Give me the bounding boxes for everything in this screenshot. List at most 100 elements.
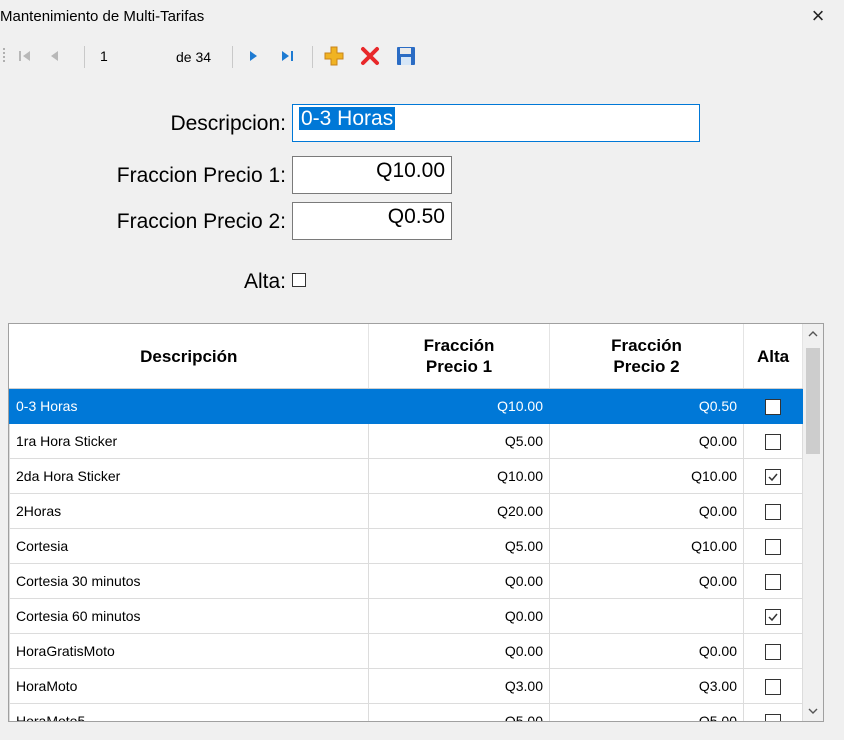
cell-descripcion[interactable]: 2Horas <box>9 493 369 529</box>
vertical-scrollbar[interactable] <box>803 324 823 721</box>
delete-button[interactable] <box>354 40 386 72</box>
count-label: de 34 <box>176 49 212 65</box>
move-last-button[interactable] <box>272 40 304 72</box>
chevron-down-icon <box>808 708 818 714</box>
cell-alta[interactable] <box>743 528 803 564</box>
cell-descripcion[interactable]: 2da Hora Sticker <box>9 458 369 494</box>
scroll-thumb[interactable] <box>806 348 820 454</box>
cell-fraccion-precio-2[interactable]: Q0.00 <box>549 493 744 529</box>
cell-descripcion[interactable]: HoraMoto <box>9 668 369 704</box>
cell-descripcion[interactable]: Cortesia 30 minutos <box>9 563 369 599</box>
cell-alta[interactable] <box>743 493 803 529</box>
table-row[interactable]: Cortesia 60 minutos Q0.00 <box>9 598 803 634</box>
save-button[interactable] <box>390 40 422 72</box>
cell-descripcion[interactable]: Cortesia 60 minutos <box>9 598 369 634</box>
fraccion-precio-2-label: Fraccion Precio 2: <box>116 210 286 233</box>
table-row[interactable]: Cortesia 30 minutos Q0.00 Q0.00 <box>9 563 803 599</box>
descripcion-field[interactable]: 0-3 Horas <box>292 104 700 142</box>
checkbox-unchecked[interactable] <box>765 503 781 520</box>
cell-alta[interactable] <box>743 633 803 669</box>
scroll-up-button[interactable] <box>803 324 823 344</box>
table-row[interactable]: HoraGratisMoto Q0.00 Q0.00 <box>9 633 803 669</box>
header-row: Descripción Fracción Precio 1 Fracción P… <box>9 324 803 389</box>
cell-fraccion-precio-1[interactable]: Q20.00 <box>368 493 550 529</box>
cell-alta[interactable] <box>743 703 803 721</box>
cell-descripcion[interactable]: HoraGratisMoto <box>9 633 369 669</box>
toolbar-separator <box>312 46 313 68</box>
descripcion-value: 0-3 Horas <box>299 107 396 130</box>
descripcion-label: Descripcion: <box>170 112 286 135</box>
table-row[interactable]: 2da Hora Sticker Q10.00 Q10.00 <box>9 458 803 494</box>
checkbox-unchecked[interactable] <box>765 713 781 721</box>
cell-fraccion-precio-1[interactable]: Q3.00 <box>368 668 550 704</box>
cell-descripcion[interactable]: Cortesia <box>9 528 369 564</box>
cell-descripcion[interactable]: HoraMoto5 <box>9 703 369 721</box>
move-last-icon <box>282 51 293 61</box>
cell-alta[interactable] <box>743 458 803 494</box>
cell-fraccion-precio-1[interactable]: Q10.00 <box>368 388 550 424</box>
cell-fraccion-precio-2[interactable]: Q0.00 <box>549 423 744 459</box>
table-row[interactable]: HoraMoto5 Q5.00 Q5.00 <box>9 703 803 721</box>
tarifas-grid[interactable]: Descripción Fracción Precio 1 Fracción P… <box>8 323 824 722</box>
table-row[interactable]: 0-3 Horas Q10.00 Q0.50 <box>9 388 803 424</box>
cell-fraccion-precio-1[interactable]: Q10.00 <box>368 458 550 494</box>
close-button[interactable]: × <box>806 4 830 28</box>
fraccion-precio-2-field[interactable]: Q0.50 <box>292 202 452 240</box>
alta-checkbox[interactable] <box>292 273 306 287</box>
table-row[interactable]: HoraMoto Q3.00 Q3.00 <box>9 668 803 704</box>
cell-alta[interactable] <box>743 598 803 634</box>
column-header-descripcion[interactable]: Descripción <box>9 324 369 389</box>
cell-fraccion-precio-1[interactable]: Q5.00 <box>368 423 550 459</box>
cell-fraccion-precio-2[interactable]: Q0.50 <box>549 388 744 424</box>
cell-fraccion-precio-1[interactable]: Q5.00 <box>368 528 550 564</box>
cell-fraccion-precio-2[interactable]: Q0.00 <box>549 563 744 599</box>
cell-alta[interactable] <box>743 668 803 704</box>
cell-fraccion-precio-2[interactable]: Q10.00 <box>549 528 744 564</box>
cell-alta[interactable] <box>743 563 803 599</box>
add-new-button[interactable] <box>318 40 350 72</box>
window-title: Mantenimiento de Multi-Tarifas <box>0 8 205 25</box>
checkbox-checked[interactable] <box>765 608 781 625</box>
checkbox-unchecked[interactable] <box>765 678 781 695</box>
checkbox-unchecked[interactable] <box>765 398 781 415</box>
scroll-down-button[interactable] <box>803 701 823 721</box>
cell-fraccion-precio-1[interactable]: Q0.00 <box>368 563 550 599</box>
move-previous-button[interactable] <box>40 40 70 72</box>
checkbox-checked[interactable] <box>765 468 781 485</box>
checkbox-unchecked[interactable] <box>765 643 781 660</box>
table-row[interactable]: 1ra Hora Sticker Q5.00 Q0.00 <box>9 423 803 459</box>
cell-descripcion[interactable]: 0-3 Horas <box>9 388 369 424</box>
cell-fraccion-precio-2[interactable]: Q10.00 <box>549 458 744 494</box>
checkbox-unchecked[interactable] <box>765 538 781 555</box>
cell-fraccion-precio-1[interactable]: Q0.00 <box>368 633 550 669</box>
title-bar: Mantenimiento de Multi-Tarifas × <box>0 0 844 36</box>
delete-icon <box>361 47 379 65</box>
cell-fraccion-precio-2[interactable] <box>549 598 744 634</box>
alta-label: Alta: <box>243 270 286 293</box>
add-new-icon <box>324 46 344 66</box>
cell-fraccion-precio-2[interactable]: Q3.00 <box>549 668 744 704</box>
toolbar-separator <box>84 46 85 68</box>
column-header-fraccion-precio-1[interactable]: Fracción Precio 1 <box>368 324 550 389</box>
save-icon <box>397 47 415 65</box>
position-input[interactable] <box>96 46 168 66</box>
table-row[interactable]: Cortesia Q5.00 Q10.00 <box>9 528 803 564</box>
grid-body: 0-3 Horas Q10.00 Q0.50 1ra Hora Sticker Q5.0… <box>9 388 803 721</box>
cell-fraccion-precio-2[interactable]: Q5.00 <box>549 703 744 721</box>
fraccion-precio-1-field[interactable]: Q10.00 <box>292 156 452 194</box>
checkbox-unchecked[interactable] <box>765 433 781 450</box>
move-first-button[interactable] <box>10 40 40 72</box>
cell-fraccion-precio-1[interactable]: Q0.00 <box>368 598 550 634</box>
cell-fraccion-precio-2[interactable]: Q0.00 <box>549 633 744 669</box>
cell-alta[interactable] <box>743 423 803 459</box>
cell-descripcion[interactable]: 1ra Hora Sticker <box>9 423 369 459</box>
cell-alta[interactable] <box>743 388 803 424</box>
cell-fraccion-precio-1[interactable]: Q5.00 <box>368 703 550 721</box>
toolbar-grip <box>0 40 8 72</box>
move-first-icon <box>19 51 30 61</box>
column-header-alta[interactable]: Alta <box>743 324 803 389</box>
table-row[interactable]: 2Horas Q20.00 Q0.00 <box>9 493 803 529</box>
checkbox-unchecked[interactable] <box>765 573 781 590</box>
column-header-fraccion-precio-2[interactable]: Fracción Precio 2 <box>549 324 744 389</box>
move-next-button[interactable] <box>238 40 268 72</box>
